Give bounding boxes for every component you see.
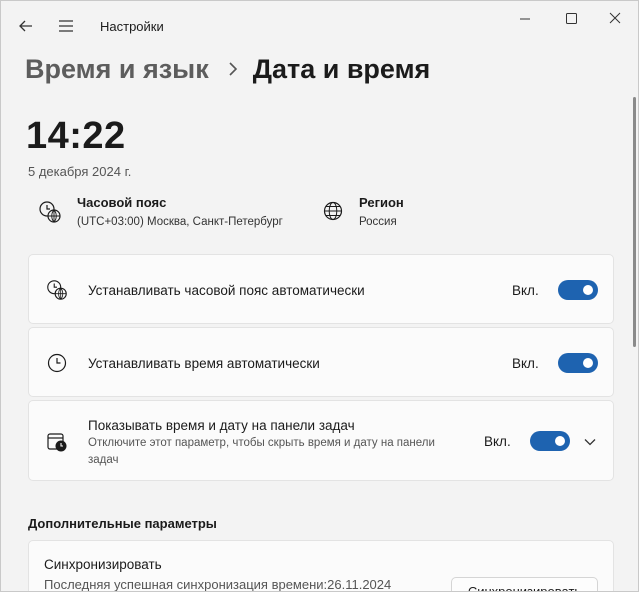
clock-globe-icon <box>39 201 61 223</box>
auto-time-label: Устанавливать время автоматически <box>88 356 320 371</box>
page-title: Дата и время <box>252 53 431 84</box>
timezone-value: (UTC+03:00) Москва, Санкт-Петербург <box>77 216 283 228</box>
maximize-icon <box>566 13 577 24</box>
taskbar-time-state: Вкл. <box>484 434 511 449</box>
breadcrumb-separator-icon <box>227 61 239 77</box>
region-value: Россия <box>359 216 397 228</box>
window-title: Настройки <box>100 19 164 34</box>
toggle-knob <box>583 285 593 295</box>
auto-timezone-toggle[interactable] <box>558 280 598 300</box>
minimize-icon <box>520 18 530 20</box>
section-title-additional: Дополнительные параметры <box>28 516 217 531</box>
breadcrumb-parent[interactable]: Время и язык <box>25 54 209 85</box>
auto-timezone-card[interactable]: Устанавливать часовой пояс автоматически… <box>28 254 614 324</box>
menu-button[interactable] <box>55 15 77 37</box>
taskbar-time-card[interactable]: Показывать время и дату на панели задач … <box>28 400 614 481</box>
back-button[interactable] <box>15 15 37 37</box>
timezone-title: Часовой пояс <box>77 195 167 210</box>
chevron-down-icon[interactable] <box>582 434 598 450</box>
auto-time-state: Вкл. <box>512 356 539 371</box>
hamburger-icon <box>59 20 73 32</box>
auto-time-toggle[interactable] <box>558 353 598 373</box>
minimize-button[interactable] <box>513 8 537 30</box>
toggle-knob <box>583 358 593 368</box>
sync-last-status: Последняя успешная синхронизация времени… <box>44 577 392 592</box>
sync-title: Синхронизировать <box>44 557 162 572</box>
globe-icon <box>323 201 343 221</box>
close-button[interactable] <box>603 8 627 30</box>
title-bar: Настройки <box>1 1 638 51</box>
scrollbar[interactable] <box>633 97 636 347</box>
auto-timezone-state: Вкл. <box>512 283 539 298</box>
arrow-left-icon <box>19 20 32 32</box>
auto-timezone-label: Устанавливать часовой пояс автоматически <box>88 283 365 298</box>
toggle-knob <box>555 436 565 446</box>
clock-globe-icon <box>47 280 67 300</box>
taskbar-time-label: Показывать время и дату на панели задач <box>88 418 355 433</box>
close-icon <box>609 12 621 24</box>
auto-time-card[interactable]: Устанавливать время автоматически Вкл. <box>28 327 614 397</box>
region-title: Регион <box>359 195 404 210</box>
timezone-info[interactable]: Часовой пояс (UTC+03:00) Москва, Санкт-П… <box>37 193 283 228</box>
current-date: 5 декабря 2024 г. <box>28 164 132 179</box>
clock-icon <box>47 353 67 373</box>
taskbar-time-sublabel: Отключите этот параметр, чтобы скрыть вр… <box>88 437 435 466</box>
maximize-button[interactable] <box>559 8 583 30</box>
settings-window: Настройки Время и язык Дата и время 14:2… <box>0 0 639 592</box>
breadcrumb: Время и язык Дата и время <box>25 49 430 89</box>
current-time: 14:22 <box>26 115 126 157</box>
calendar-clock-icon <box>47 433 67 452</box>
region-info[interactable]: Регион Россия <box>321 193 404 228</box>
taskbar-time-toggle[interactable] <box>530 431 570 451</box>
sync-button[interactable]: Синхронизировать <box>451 577 598 591</box>
